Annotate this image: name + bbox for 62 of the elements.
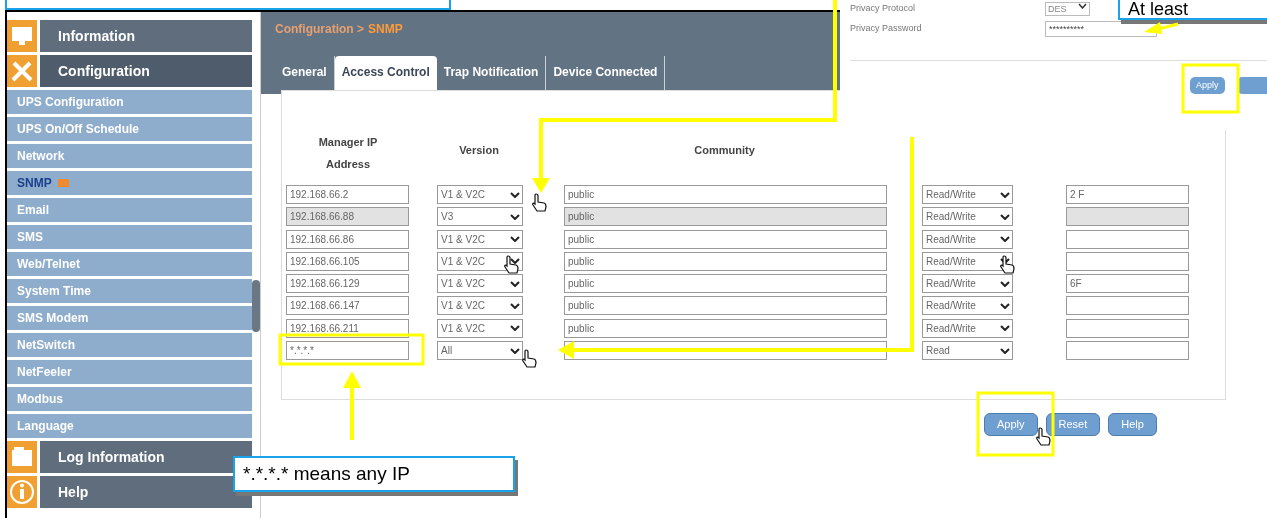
chevron-down-icon: [510, 191, 520, 198]
permission-select[interactable]: Read/Write: [922, 207, 1013, 227]
chevron-down-icon: [1000, 325, 1010, 332]
sidebar-section[interactable]: Configuration: [40, 55, 252, 87]
hand-cursor-icon: [1000, 255, 1015, 274]
selected-marker-icon: [57, 179, 69, 187]
chevron-down-icon: [1000, 191, 1010, 198]
chevron-down-icon: [1000, 213, 1010, 220]
protocol-select[interactable]: DES: [1045, 2, 1090, 16]
sidebar-item[interactable]: SNMP: [7, 171, 252, 195]
ip-address-field[interactable]: 192.168.66.129: [286, 274, 409, 294]
version-select[interactable]: V1 & V2C: [437, 185, 523, 204]
permission-select[interactable]: Read/Write: [922, 185, 1013, 204]
hand-cursor-icon: [522, 349, 537, 368]
column-header: Version: [458, 143, 500, 158]
permission-select[interactable]: Read/Write: [922, 296, 1013, 316]
description-field[interactable]: [1066, 341, 1189, 361]
chevron-down-icon: [1000, 347, 1010, 354]
chevron-down-icon: [510, 213, 520, 220]
permission-select[interactable]: Read: [922, 341, 1013, 361]
collapse-handle[interactable]: [252, 280, 260, 332]
ip-address-field[interactable]: *.*.*.*: [286, 341, 409, 361]
version-select[interactable]: V1 & V2C: [437, 296, 523, 316]
chevron-down-icon: [510, 236, 520, 243]
chevron-down-icon: [510, 325, 520, 332]
tab[interactable]: Access Control: [334, 56, 437, 92]
community-field[interactable]: public: [564, 185, 887, 204]
ip-address-field[interactable]: 192.168.66.147: [286, 296, 409, 316]
version-select[interactable]: All: [437, 341, 523, 361]
callout-arrow: [1144, 22, 1179, 34]
description-field[interactable]: [1066, 296, 1189, 316]
chevron-down-icon: [510, 347, 520, 354]
hand-cursor-icon: [1036, 427, 1051, 446]
chevron-down-icon: [510, 258, 520, 265]
breadcrumb-current: SNMP: [368, 21, 403, 38]
ip-address-field[interactable]: 192.168.66.88: [286, 207, 409, 227]
field-label: Privacy Protocol: [850, 2, 917, 16]
sidebar-section[interactable]: Help: [40, 476, 252, 508]
permission-select[interactable]: Read/Write: [922, 274, 1013, 294]
sidebar-section[interactable]: Information: [40, 20, 252, 52]
callout-arrow: [343, 371, 361, 440]
chevron-down-icon: [1078, 3, 1087, 9]
description-field[interactable]: 2 F: [1066, 185, 1189, 204]
version-select[interactable]: V1 & V2C: [437, 274, 523, 294]
column-header: Manager IP Address: [317, 135, 379, 172]
field-label: Privacy Password: [850, 22, 923, 36]
highlight-frame: [1181, 63, 1240, 114]
chevron-down-icon: [510, 303, 520, 309]
hand-cursor-icon: [504, 255, 519, 274]
chevron-down-icon: [1000, 303, 1010, 309]
community-field[interactable]: public: [564, 296, 887, 316]
chevron-down-icon: [1000, 280, 1010, 287]
description-field[interactable]: [1066, 207, 1189, 227]
column-header: Community: [693, 143, 756, 158]
community-field[interactable]: public: [564, 274, 887, 294]
ip-address-field[interactable]: 192.168.66.2: [286, 185, 409, 204]
description-field[interactable]: 6F: [1066, 274, 1189, 294]
chevron-down-icon: [1000, 236, 1010, 243]
chevron-down-icon: [510, 280, 520, 287]
hand-cursor-icon: [532, 193, 547, 212]
community-field[interactable]: public: [564, 207, 887, 227]
version-select[interactable]: V3: [437, 207, 523, 227]
